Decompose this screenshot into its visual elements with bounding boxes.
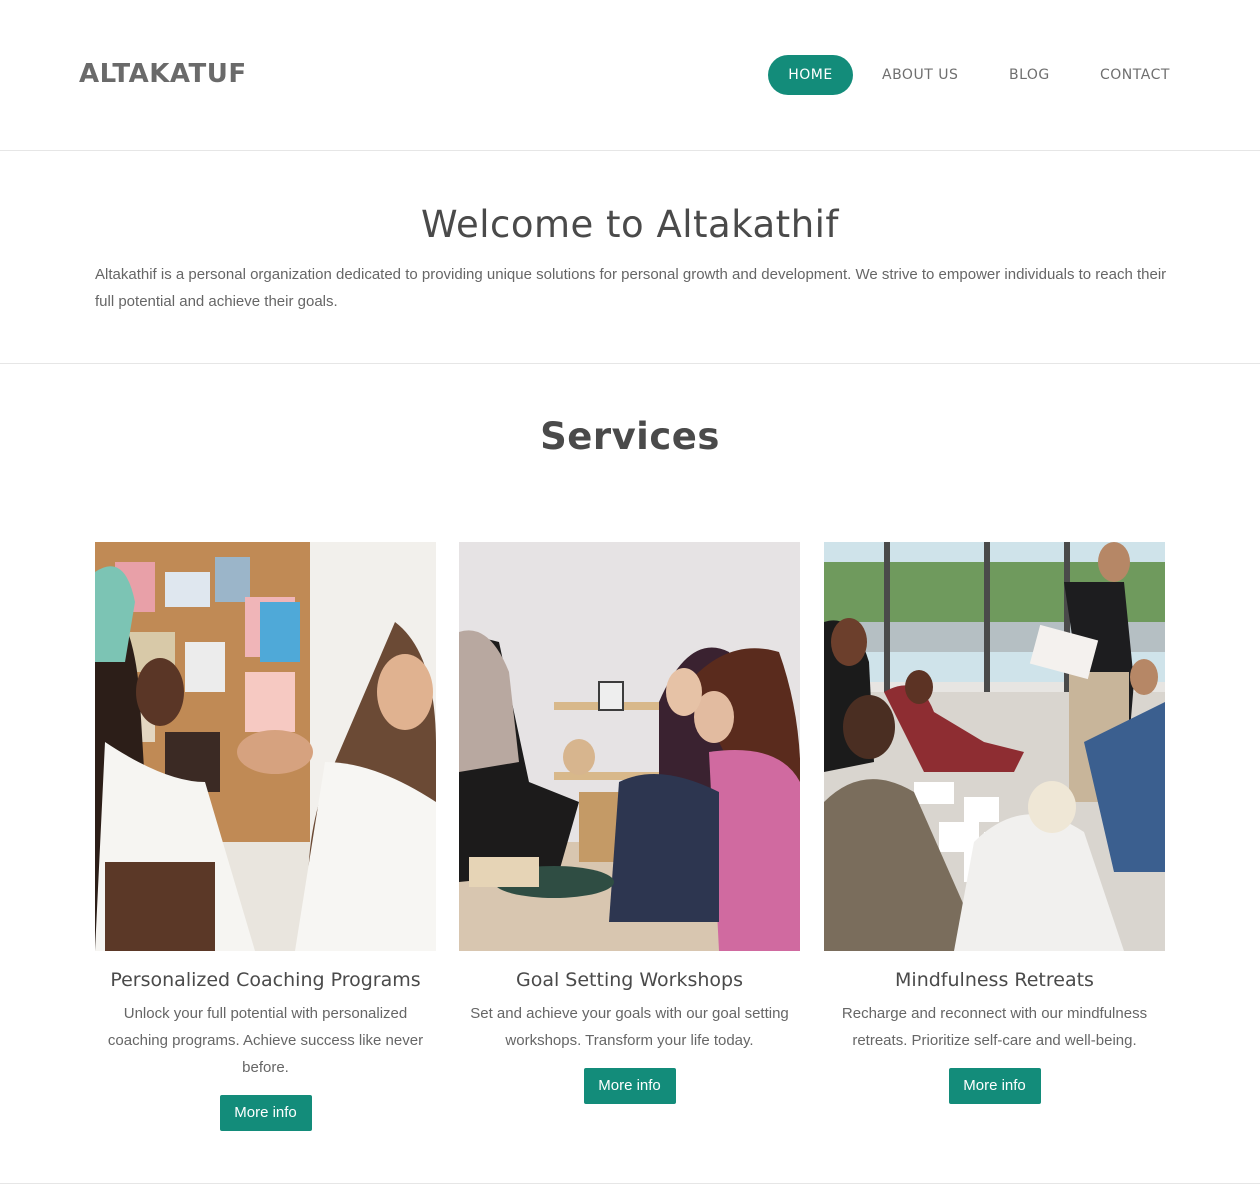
workshop-photo (459, 542, 800, 951)
welcome-title: Welcome to Altakathif (421, 203, 839, 246)
retreat-photo (824, 542, 1165, 951)
coaching-photo (95, 542, 436, 951)
service-description: Recharge and reconnect with our mindfuln… (841, 1005, 1148, 1049)
nav-home[interactable]: HOME (768, 55, 853, 95)
service-title: Mindfulness Retreats (895, 969, 1094, 991)
service-description: Set and achieve your goals with our goal… (470, 1005, 789, 1049)
service-description: Unlock your full potential with personal… (107, 1005, 424, 1076)
more-info-button[interactable]: More info (219, 1095, 312, 1131)
service-title: Personalized Coaching Programs (110, 969, 421, 991)
site-header: ALTAKATUF HOME ABOUT US BLOG CONTACT (0, 0, 1260, 151)
service-title: Goal Setting Workshops (515, 969, 744, 991)
nav-contact[interactable]: CONTACT (1100, 55, 1170, 95)
service-card-goal-setting: Goal Setting Workshops Set and achieve y… (459, 542, 800, 1104)
nav-about-us[interactable]: ABOUT US (882, 55, 958, 95)
section-divider (0, 1183, 1260, 1184)
nav-blog[interactable]: BLOG (1009, 55, 1050, 95)
more-info-button[interactable]: More info (948, 1068, 1041, 1104)
more-info-button[interactable]: More info (583, 1068, 676, 1104)
services-title: Services (540, 415, 720, 458)
brand-logo[interactable]: ALTAKATUF (79, 59, 247, 89)
welcome-text: Altakathif is a personal organization de… (95, 266, 1167, 310)
service-card-coaching: Personalized Coaching Programs Unlock yo… (95, 542, 436, 1131)
welcome-section: Welcome to Altakathif Altakathif is a pe… (0, 151, 1260, 364)
service-card-mindfulness: Mindfulness Retreats Recharge and reconn… (824, 542, 1165, 1104)
